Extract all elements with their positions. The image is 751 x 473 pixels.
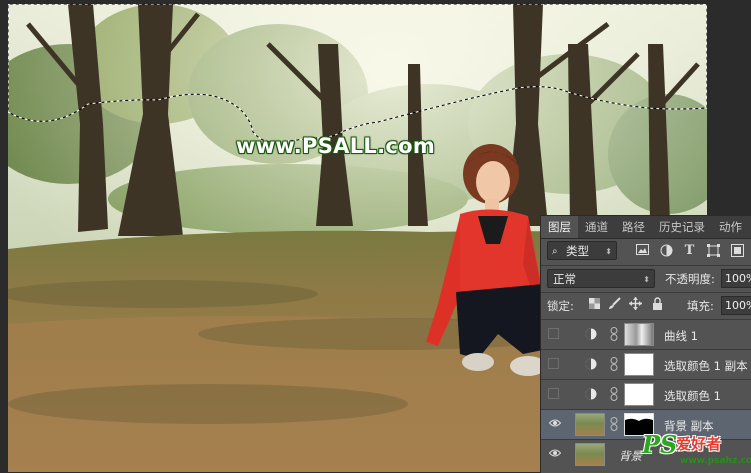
adjustment-layer-icon (585, 328, 597, 340)
opacity-input[interactable]: 100% (721, 269, 751, 288)
logo-url: www.psahz.com (680, 456, 751, 466)
site-logo: PS 爱好者 www.psahz.com (642, 430, 751, 470)
layer-thumbnail[interactable] (575, 443, 605, 466)
image-icon[interactable] (635, 244, 650, 259)
eye-icon[interactable] (549, 417, 561, 429)
move-icon[interactable] (628, 297, 643, 312)
layer-row-selective-color[interactable]: 选取颜色 1 (541, 379, 751, 409)
link-chain-icon[interactable] (610, 417, 618, 431)
link-chain-icon[interactable] (610, 387, 618, 401)
chevron-updown-icon: ⬍ (605, 247, 612, 256)
adjustment-layer-icon (585, 388, 597, 400)
tab-paths[interactable]: 路径 (615, 216, 652, 238)
tab-actions[interactable]: 动作 (712, 216, 749, 238)
visibility-toggle-off[interactable] (548, 388, 559, 399)
opacity-label: 不透明度: (665, 272, 715, 286)
link-chain-icon[interactable] (610, 357, 618, 371)
logo-chinese: 爱好者 (676, 435, 722, 453)
lock-row: 锁定: 填充: 100% (541, 292, 751, 317)
layer-thumbnail[interactable] (575, 413, 605, 436)
tab-channels[interactable]: 通道 (578, 216, 615, 238)
adjustment-layer-icon (585, 358, 597, 370)
filter-kind-dropdown[interactable]: ⌕ 类型 ⬍ (547, 241, 617, 260)
lock-label: 锁定: (547, 299, 574, 313)
layer-row-selective-color-copy[interactable]: 选取颜色 1 副本 (541, 349, 751, 379)
layer-name: 选取颜色 1 (664, 389, 721, 403)
lock-icon[interactable] (650, 297, 665, 312)
filter-row: ⌕ 类型 ⬍ T (541, 240, 751, 262)
tab-layers[interactable]: 图层 (541, 216, 578, 238)
layer-row-curves[interactable]: 曲线 1 (541, 319, 751, 349)
smart-object-icon[interactable] (730, 244, 745, 259)
blend-mode-value: 正常 (553, 272, 576, 286)
chevron-updown-icon: ⬍ (643, 275, 650, 284)
visibility-toggle-off[interactable] (548, 328, 559, 339)
brush-icon[interactable] (607, 297, 622, 312)
transform-icon[interactable] (706, 244, 721, 259)
layer-name: 选取颜色 1 副本 (664, 359, 748, 373)
watermark-text: www.PSALL.com (236, 134, 436, 158)
tab-history[interactable]: 历史记录 (652, 216, 712, 238)
fill-input[interactable]: 100% (721, 296, 751, 315)
layer-mask-thumbnail[interactable] (624, 353, 654, 376)
layer-name: 背景 (619, 449, 642, 463)
filter-kind-label: 类型 (566, 244, 589, 258)
link-chain-icon[interactable] (610, 327, 618, 341)
blend-mode-dropdown[interactable]: 正常 ⬍ (547, 269, 655, 288)
layer-mask-thumbnail[interactable] (624, 383, 654, 406)
lock-transparent-icon[interactable] (587, 298, 602, 313)
text-icon[interactable]: T (682, 243, 697, 258)
blend-row: 正常 ⬍ 不透明度: 100% (541, 265, 751, 290)
circle-half-icon[interactable] (659, 244, 674, 259)
fill-label: 填充: (687, 299, 714, 313)
eye-icon[interactable] (549, 447, 561, 459)
search-icon: ⌕ (552, 246, 558, 257)
visibility-toggle-off[interactable] (548, 358, 559, 369)
panel-tabs: 图层 通道 路径 历史记录 动作 (541, 216, 751, 239)
logo-brand: PS (642, 430, 678, 459)
layer-name: 曲线 1 (664, 329, 698, 343)
layer-mask-thumbnail[interactable] (624, 323, 654, 346)
